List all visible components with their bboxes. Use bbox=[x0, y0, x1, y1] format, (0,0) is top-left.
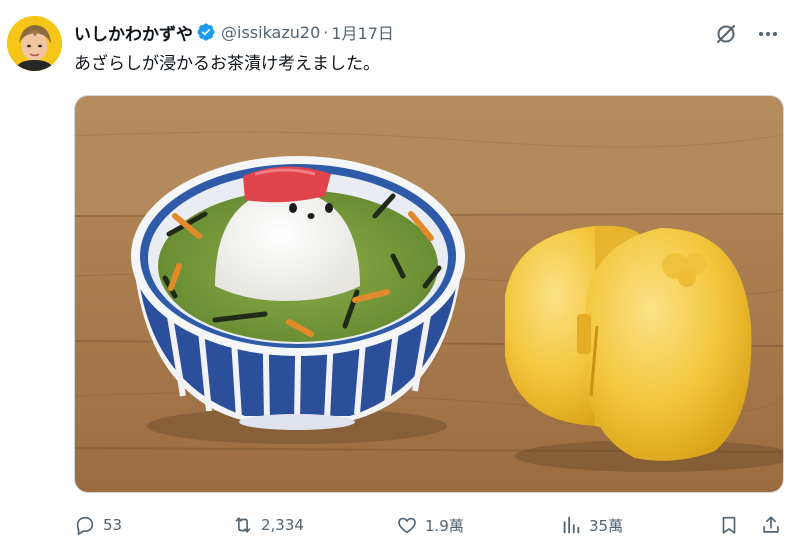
action-bar: 53 2,334 1.9萬 35萬 bbox=[74, 510, 788, 540]
views-icon bbox=[563, 516, 580, 534]
retweet-count: 2,334 bbox=[261, 516, 304, 534]
top-actions bbox=[712, 20, 782, 48]
separator-dot: · bbox=[323, 22, 329, 42]
share-button[interactable] bbox=[760, 510, 782, 540]
like-button[interactable]: 1.9萬 bbox=[396, 510, 464, 540]
reply-count: 53 bbox=[103, 516, 123, 534]
views-button[interactable]: 35萬 bbox=[560, 510, 623, 540]
avatar[interactable] bbox=[7, 16, 62, 71]
like-count: 1.9萬 bbox=[425, 516, 464, 535]
share-icon bbox=[763, 516, 779, 533]
verified-badge-icon bbox=[196, 22, 216, 42]
grok-icon[interactable] bbox=[712, 20, 740, 48]
bookmark-button[interactable] bbox=[718, 510, 740, 540]
reply-button[interactable]: 53 bbox=[74, 510, 122, 540]
reply-icon bbox=[76, 516, 94, 536]
retweet-icon bbox=[235, 517, 251, 533]
heart-icon bbox=[398, 517, 416, 534]
views-count: 35萬 bbox=[589, 516, 624, 535]
tweet-photo[interactable] bbox=[74, 95, 784, 493]
handle[interactable]: @issikazu20 bbox=[221, 23, 320, 42]
tweet-text: あざらしが浸かるお茶漬け考えました。 bbox=[74, 54, 380, 74]
display-name[interactable]: いしかわかずや bbox=[74, 20, 193, 45]
retweet-button[interactable]: 2,334 bbox=[232, 510, 304, 540]
photo-illustration bbox=[75, 96, 783, 492]
more-icon[interactable] bbox=[754, 20, 782, 48]
tweet-header: いしかわかずや @issikazu20 · 1月17日 bbox=[74, 19, 394, 45]
avatar-image bbox=[7, 16, 62, 71]
tweet-date[interactable]: 1月17日 bbox=[331, 20, 394, 44]
bookmark-icon bbox=[722, 516, 736, 534]
